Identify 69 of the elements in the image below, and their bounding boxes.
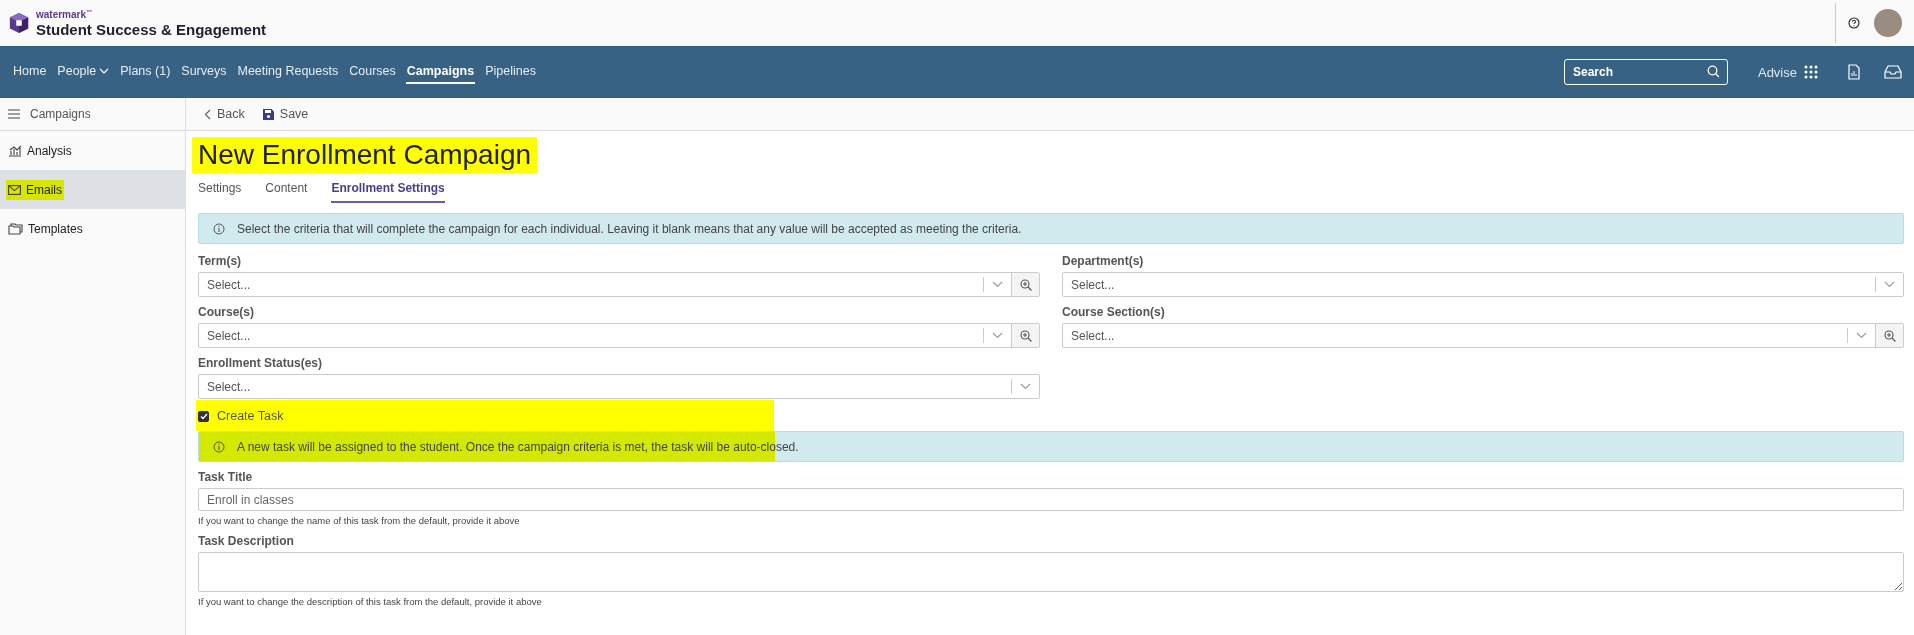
save-icon [262,108,274,120]
menu-icon[interactable] [8,109,20,119]
folder-icon [8,222,23,235]
chevron-down-icon [992,281,1003,288]
back-button[interactable]: Back [202,105,247,123]
tab[interactable]: Content [265,177,308,203]
nav-item[interactable]: Home [12,60,48,84]
field-label: Task Title [198,470,254,484]
select-field[interactable]: Select... [198,272,1040,297]
search-icon [1706,65,1720,78]
field-label: Department(s) [1062,254,1145,268]
logo-icon [8,12,30,34]
product-name: Student Success & Engagement [36,21,267,37]
zoom-in-icon [1019,278,1032,291]
inbox-icon[interactable] [1884,65,1902,79]
select-field[interactable]: Select... [198,323,1040,348]
field-label: Enrollment Status(es) [198,356,324,370]
advise-button[interactable]: Advise [1751,63,1824,81]
caret-icon [99,67,110,75]
chart-icon [8,144,22,157]
help-text: If you want to change the name of this task from the default, provide it above [198,515,521,526]
task-title-field[interactable]: Enroll in classes [198,488,1904,511]
zoom-in-icon [1019,329,1032,342]
info-text: Select the criteria that will complete the campaign for each individual. Leaving it blank means that any value will be accepted as meeting the criteria. [237,221,1022,236]
checkbox[interactable] [198,410,209,422]
nav-item[interactable]: Pipelines [484,60,537,84]
nav-item[interactable]: Meeting Requests [236,60,340,84]
search-field[interactable]: Search [1563,59,1728,85]
tab[interactable]: Enrollment Settings [331,177,445,203]
chevron-down-icon [1884,281,1895,288]
avatar[interactable] [1874,9,1902,37]
sidebar-title: Campaigns [30,107,91,121]
checkbox-label: Create Task [217,409,284,423]
field-label: Term(s) [198,254,243,268]
info-icon [213,222,225,235]
help-text: If you want to change the description of this task from the default, provide it above [198,596,543,607]
page-title: New Enrollment Campaign [192,137,538,173]
info-icon [213,440,225,453]
select-field[interactable]: Select... [1062,323,1904,348]
chevron-down-icon [1856,332,1867,339]
zoom-in-icon [1883,329,1896,342]
save-button[interactable]: Save [260,105,311,123]
envelope-icon [8,184,21,195]
document-icon[interactable] [1848,64,1860,80]
field-label: Course(s) [198,305,255,319]
help-icon[interactable] [1848,17,1860,29]
task-description-field[interactable] [198,552,1904,592]
zoom-in-button[interactable] [1011,273,1039,296]
chevron-down-icon [992,332,1003,339]
zoom-in-button[interactable] [1875,324,1903,347]
sidebar-item[interactable]: Templates [0,209,185,248]
brand-name: watermark$^{™}$ [36,9,94,21]
sidebar-item[interactable]: Emails [0,170,185,209]
nav-item[interactable]: Campaigns [405,60,476,84]
field-label: Course Section(s) [1062,305,1166,319]
field-label: Task Description [198,534,295,548]
chevron-left-icon [204,108,211,120]
grid-icon [1804,65,1818,79]
sidebar-item[interactable]: Analysis [0,131,185,170]
select-field[interactable]: Select... [198,374,1040,399]
nav-item[interactable]: People [56,60,111,84]
zoom-in-button[interactable] [1011,324,1039,347]
create-task-checkbox[interactable]: Create Task [198,409,284,423]
nav-item[interactable]: Surveys [180,60,228,84]
select-field[interactable]: Select... [1062,272,1904,297]
chevron-down-icon [1020,383,1031,390]
nav-item[interactable]: Courses [348,60,397,84]
tab[interactable]: Settings [198,177,242,203]
nav-item[interactable]: Plans (1) [119,60,172,84]
